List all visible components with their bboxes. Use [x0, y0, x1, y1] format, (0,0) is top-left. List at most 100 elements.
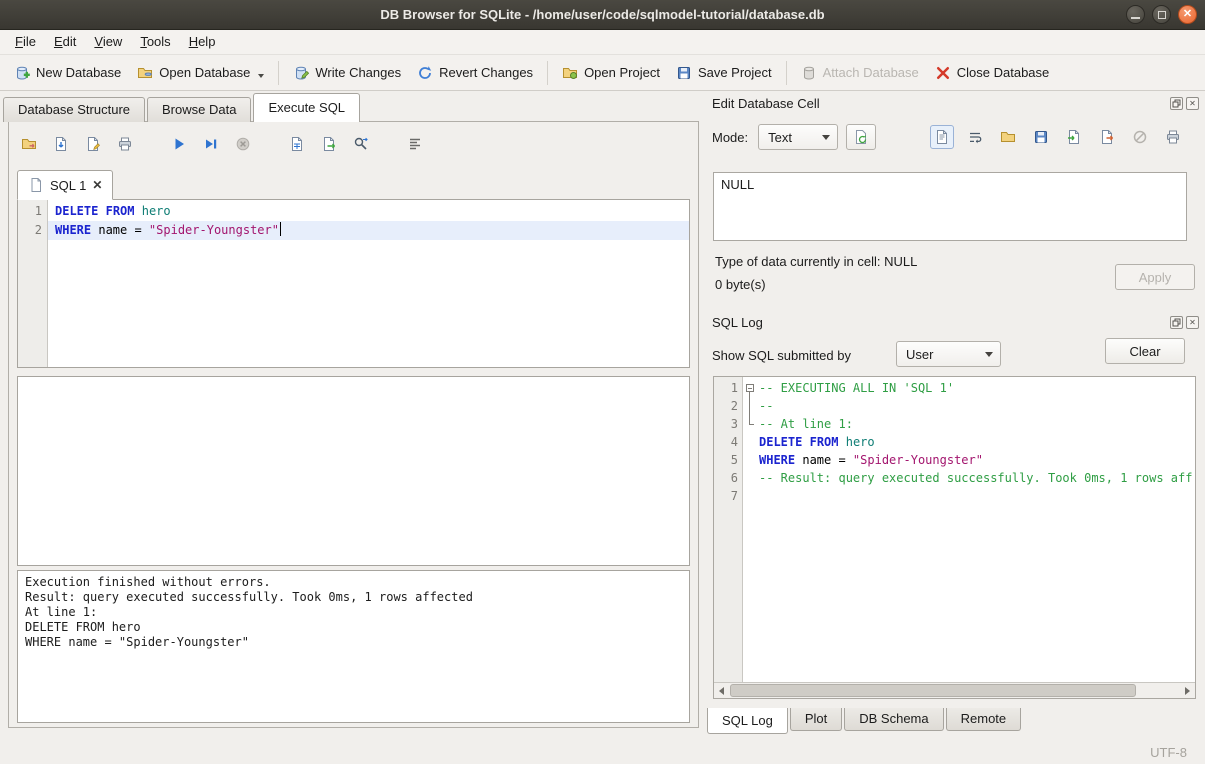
close-button[interactable]: ✕: [1178, 5, 1197, 24]
stop-icon: [235, 136, 251, 152]
tab-browse-data[interactable]: Browse Data: [147, 97, 251, 122]
close-icon[interactable]: ✕: [1186, 97, 1199, 110]
set-null-icon: [1132, 129, 1148, 145]
cell-mode-row: Mode: Text: [712, 121, 1185, 153]
save-sql-file-as-button[interactable]: [83, 134, 103, 154]
mode-combo-value: Text: [768, 130, 792, 145]
dock-tab-sql-log[interactable]: SQL Log: [707, 708, 788, 734]
save-project-button[interactable]: Save Project: [668, 60, 780, 86]
tab-execute-sql[interactable]: Execute SQL: [253, 93, 360, 122]
scroll-right-icon[interactable]: [1180, 683, 1195, 698]
scrollbar-thumb[interactable]: [730, 684, 1136, 697]
execute-current-line-button[interactable]: [201, 134, 221, 154]
close-database-icon: [935, 65, 951, 81]
print-button[interactable]: [115, 134, 135, 154]
sql-editor[interactable]: 12 DELETE FROM heroWHERE name = "Spider-…: [17, 199, 690, 368]
minimize-button[interactable]: [1126, 5, 1145, 24]
dock-tab-plot[interactable]: Plot: [790, 708, 842, 731]
open-database-button[interactable]: Open Database: [129, 60, 272, 86]
menu-view[interactable]: View: [85, 30, 131, 54]
toolbar-button-label: Revert Changes: [439, 65, 533, 80]
title-bar[interactable]: DB Browser for SQLite - /home/user/code/…: [0, 0, 1205, 30]
mode-combo[interactable]: Text: [758, 124, 838, 150]
find-replace-icon: [353, 136, 369, 152]
open-sql-file-button[interactable]: [19, 134, 39, 154]
fold-marker-icon[interactable]: [743, 379, 759, 397]
attach-database-button[interactable]: Attach Database: [793, 60, 927, 86]
set-null-button[interactable]: [1128, 125, 1152, 149]
apply-button[interactable]: Apply: [1115, 264, 1195, 290]
close-icon[interactable]: ✕: [1186, 316, 1199, 329]
revert-changes-button[interactable]: Revert Changes: [409, 60, 541, 86]
auto-switch-mode-button[interactable]: [846, 124, 876, 150]
maximize-button[interactable]: [1152, 5, 1171, 24]
scroll-left-icon[interactable]: [714, 683, 729, 698]
menu-edit[interactable]: Edit: [45, 30, 85, 54]
import-button[interactable]: [1062, 125, 1086, 149]
exec-log-line: DELETE FROM hero: [25, 620, 682, 635]
cell-value-editor[interactable]: NULL: [713, 172, 1187, 241]
log-line: 5WHERE name = "Spider-Youngster": [714, 451, 1195, 469]
open-file-button[interactable]: [996, 125, 1020, 149]
float-icon[interactable]: [1170, 97, 1183, 110]
save-results-button[interactable]: [287, 134, 307, 154]
editor-code-area[interactable]: DELETE FROM heroWHERE name = "Spider-You…: [48, 200, 689, 367]
text-mode-button[interactable]: [930, 125, 954, 149]
tab-database-structure[interactable]: Database Structure: [3, 97, 145, 122]
cell-type-info: Type of data currently in cell: NULL: [715, 254, 917, 269]
menu-file[interactable]: File: [6, 30, 45, 54]
log-line: 6-- Result: query executed successfully.…: [714, 469, 1195, 487]
print-icon: [1165, 129, 1181, 145]
code-token: WHERE: [55, 223, 91, 237]
float-icon[interactable]: [1170, 316, 1183, 329]
submitted-by-combo[interactable]: User: [896, 341, 1001, 367]
status-bar: UTF-8: [0, 740, 1205, 764]
execute-all-icon: [171, 136, 187, 152]
dropdown-caret-icon: [258, 74, 264, 78]
auto-format-button[interactable]: [405, 134, 425, 154]
toolbar-button-label: Save Project: [698, 65, 772, 80]
dock-tab-remote[interactable]: Remote: [946, 708, 1022, 731]
save-file-button[interactable]: [1029, 125, 1053, 149]
execute-current-line-icon: [203, 136, 219, 152]
query-results-grid[interactable]: [17, 376, 690, 566]
write-changes-button[interactable]: Write Changes: [285, 60, 409, 86]
clear-button[interactable]: Clear: [1105, 338, 1185, 364]
open-project-icon: [562, 65, 578, 81]
export-button[interactable]: [1095, 125, 1119, 149]
exec-log-line: WHERE name = "Spider-Youngster": [25, 635, 682, 650]
main-tab-bar: Database StructureBrowse DataExecute SQL: [3, 94, 362, 122]
sql-log-lines: 1-- EXECUTING ALL IN 'SQL 1'2--3-- At li…: [714, 379, 1195, 683]
code-token: DELETE: [759, 435, 802, 449]
mode-label: Mode:: [712, 130, 748, 145]
line-number: 1: [18, 202, 42, 221]
stop-button[interactable]: [233, 134, 253, 154]
find-replace-button[interactable]: [351, 134, 371, 154]
auto-switch-mode-icon: [853, 129, 869, 145]
code-token: WHERE: [759, 453, 795, 467]
window-controls: ✕: [1126, 5, 1197, 24]
write-changes-icon: [293, 65, 309, 81]
dock-tab-db-schema[interactable]: DB Schema: [844, 708, 943, 731]
scrollbar-track[interactable]: [729, 683, 1180, 698]
log-line: 7: [714, 487, 1195, 505]
export-csv-button[interactable]: [319, 134, 339, 154]
close-icon[interactable]: ✕: [92, 178, 102, 192]
new-database-button[interactable]: New Database: [6, 60, 129, 86]
log-line-text: DELETE FROM hero: [759, 433, 875, 451]
open-project-button[interactable]: Open Project: [554, 60, 668, 86]
word-wrap-icon: [967, 129, 983, 145]
sql-document-tab[interactable]: SQL 1 ✕: [17, 170, 113, 200]
toolbar-button-label: Attach Database: [823, 65, 919, 80]
save-sql-file-button[interactable]: [51, 134, 71, 154]
sql-log-title: SQL Log: [712, 315, 1170, 330]
word-wrap-button[interactable]: [963, 125, 987, 149]
horizontal-scrollbar: [714, 682, 1195, 698]
editor-line: WHERE name = "Spider-Youngster": [48, 221, 689, 240]
menu-tools[interactable]: Tools: [131, 30, 179, 54]
close-database-button[interactable]: Close Database: [927, 60, 1058, 86]
execute-all-button[interactable]: [169, 134, 189, 154]
print-button[interactable]: [1161, 125, 1185, 149]
log-line-text: -- EXECUTING ALL IN 'SQL 1': [759, 379, 954, 397]
menu-help[interactable]: Help: [180, 30, 225, 54]
